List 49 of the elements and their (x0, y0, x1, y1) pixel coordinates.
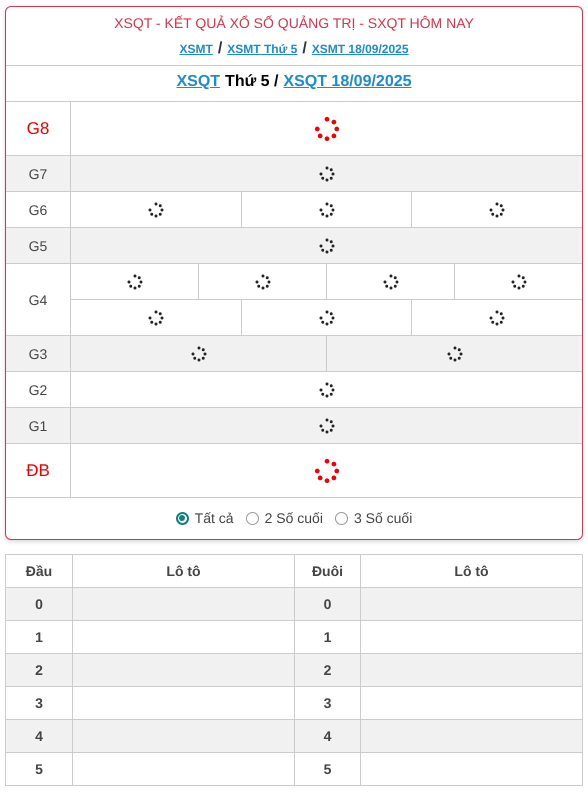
column-header: Lô tô (360, 554, 582, 588)
radio-button[interactable] (176, 512, 189, 524)
table-cell: 0 (6, 588, 72, 620)
loading-icon (148, 310, 164, 326)
separator: / (218, 40, 222, 58)
loading-icon (382, 274, 398, 290)
table-cell: 4 (294, 720, 360, 752)
filter-option[interactable]: Tất cả (176, 510, 234, 526)
subtitle-text: Thứ 5 / (225, 73, 278, 91)
radio-button[interactable] (334, 512, 348, 524)
prize-label: G1 (6, 408, 71, 443)
title-link[interactable]: XSQT 18/09/2025 (283, 73, 412, 91)
radio-button[interactable] (246, 512, 259, 524)
loading-icon (318, 310, 334, 326)
prize-label: ĐB (6, 444, 71, 497)
loading-icon (510, 274, 526, 290)
loading-icon (126, 274, 142, 290)
loading-icon (318, 382, 334, 398)
loading-icon (190, 346, 206, 362)
table-cell: 2 (294, 654, 360, 686)
loading-icon (254, 274, 270, 290)
loading-icon (318, 166, 334, 182)
column-header: Đầu (6, 554, 72, 588)
table-cell: 2 (6, 654, 72, 686)
prize-label: G7 (6, 156, 71, 191)
loading-icon (318, 418, 334, 434)
loading-icon (489, 202, 506, 218)
loading-icon (148, 202, 164, 218)
table-cell: 0 (294, 588, 360, 620)
column-header: Lô tô (72, 554, 294, 588)
breadcrumb-link[interactable]: XSMT 18/09/2025 (312, 42, 408, 56)
loading-icon (314, 458, 340, 484)
breadcrumb-link[interactable]: XSMT Thứ 5 (227, 42, 298, 56)
filter-option[interactable]: 2 Số cuối (246, 510, 323, 526)
prize-label: G5 (6, 228, 71, 263)
table-cell: 5 (294, 752, 360, 786)
breadcrumb-link[interactable]: XSMT (179, 42, 213, 56)
loading-icon (314, 116, 340, 142)
page-title: XSQT - KẾT QUẢ XỔ SỐ QUẢNG TRỊ - SXQT HÔM NAY (114, 15, 474, 31)
loading-icon (318, 202, 334, 218)
table-cell: 5 (6, 752, 72, 786)
loading-icon (318, 238, 334, 254)
title-link[interactable]: XSQT (176, 73, 220, 91)
table-cell: 4 (6, 720, 72, 752)
prize-label: G3 (6, 336, 71, 371)
loading-icon (489, 310, 506, 326)
separator: / (302, 40, 307, 58)
loading-icon (446, 346, 462, 362)
filter-option[interactable]: 3 Số cuối (334, 510, 412, 526)
